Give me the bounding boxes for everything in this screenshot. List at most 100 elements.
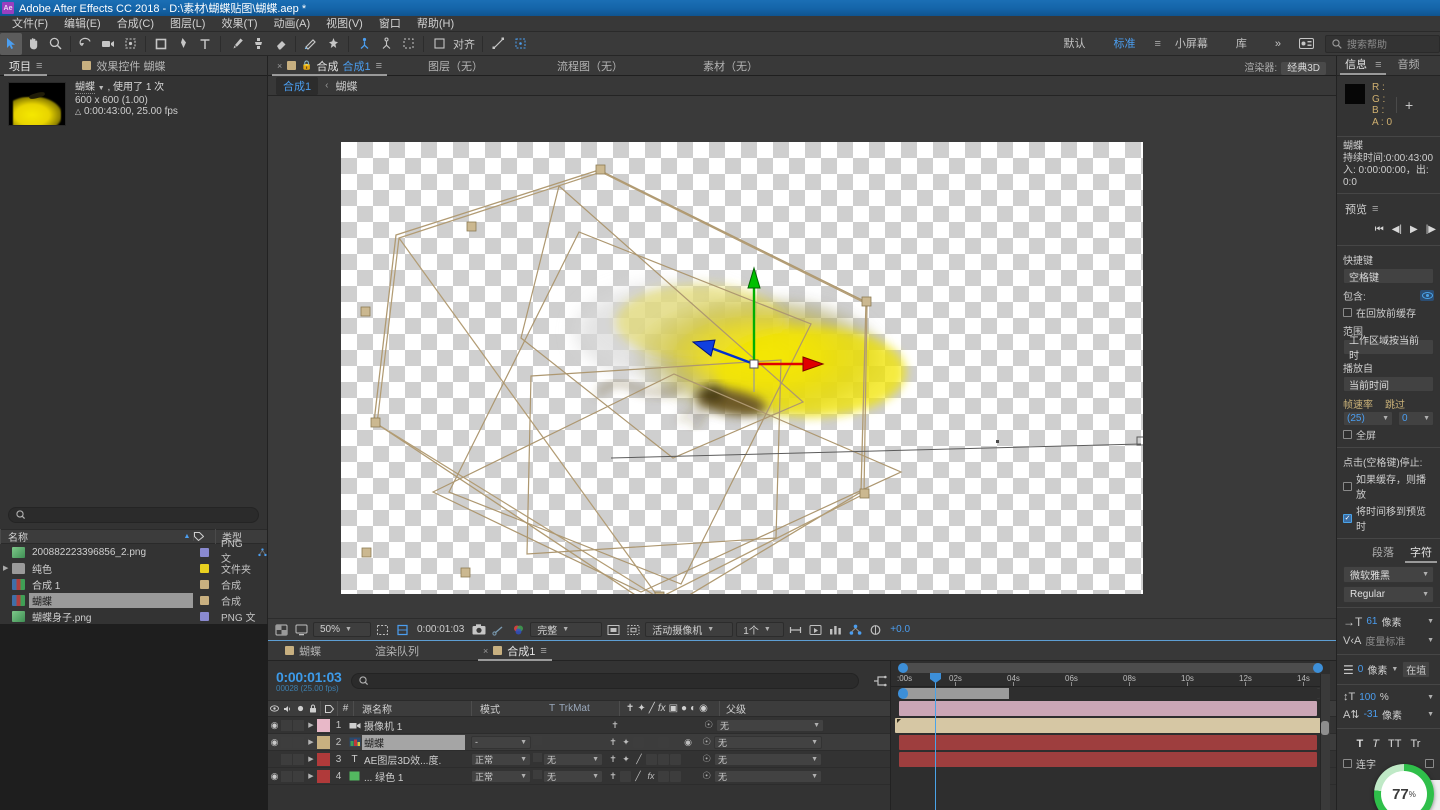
rotate-axis-icon[interactable] bbox=[397, 33, 419, 55]
tab-render-queue[interactable]: 渲染队列 bbox=[366, 641, 428, 661]
layer-parent-select[interactable]: 无 ▼ bbox=[716, 718, 824, 732]
first-frame-button[interactable]: ⏮ bbox=[1375, 224, 1384, 235]
list-item[interactable]: 蝴蝶身子.png PNG 文 bbox=[0, 608, 267, 624]
bold-button[interactable]: T bbox=[1357, 738, 1364, 750]
menu-item-help[interactable]: 帮助(H) bbox=[409, 16, 462, 32]
roto-brush-tool-icon[interactable] bbox=[300, 33, 322, 55]
switch-3d-icon[interactable]: ◉ bbox=[699, 703, 708, 714]
menu-item-window[interactable]: 窗口 bbox=[371, 16, 409, 32]
fullscreen-checkbox[interactable] bbox=[1343, 430, 1352, 439]
menu-item-view[interactable]: 视图(V) bbox=[318, 16, 371, 32]
grid-guides-icon[interactable] bbox=[374, 621, 391, 638]
layer-switches[interactable]: ✝ ╱ fx bbox=[603, 770, 699, 782]
tab-project[interactable]: 项目 ≡ bbox=[0, 56, 51, 76]
align-checkbox-icon[interactable] bbox=[428, 33, 450, 55]
switch-adjustment-icon[interactable]: ◐ bbox=[690, 703, 696, 714]
tab-footage[interactable]: 素材（无） bbox=[694, 56, 767, 76]
switch-collapse-icon[interactable]: ✦ bbox=[637, 703, 645, 714]
tab-audio[interactable]: 音频 bbox=[1389, 56, 1427, 75]
layer-visibility-toggle[interactable]: ◉ bbox=[268, 737, 281, 748]
switch-shy-icon[interactable]: ✝ bbox=[626, 703, 634, 714]
composition-canvas[interactable] bbox=[341, 142, 1143, 594]
smallcaps-button[interactable]: Tr bbox=[1410, 738, 1420, 750]
menu-item-effect[interactable]: 效果(T) bbox=[213, 16, 265, 32]
tab-character[interactable]: 字符 bbox=[1402, 544, 1440, 563]
track-camera-tool-icon[interactable] bbox=[97, 33, 119, 55]
allcaps-button[interactable]: TT bbox=[1388, 738, 1401, 750]
menu-item-composition[interactable]: 合成(C) bbox=[109, 16, 162, 32]
switch-motionblur-icon[interactable]: ● bbox=[681, 703, 687, 714]
layer-switches[interactable]: ✝ bbox=[605, 720, 701, 731]
snap-grid-icon[interactable] bbox=[509, 33, 531, 55]
menu-item-animation[interactable]: 动画(A) bbox=[266, 16, 319, 32]
zoom-tool-icon[interactable] bbox=[44, 33, 66, 55]
baseline-shift-row[interactable]: A⇅ -31 像素 ▼ bbox=[1337, 705, 1440, 724]
column-header-tag[interactable] bbox=[193, 532, 215, 541]
skip-select[interactable]: 0 ▼ bbox=[1398, 411, 1434, 426]
tab-effect-controls[interactable]: 效果控件 蝴蝶 bbox=[73, 56, 174, 76]
baseline-shift-value[interactable]: -31 bbox=[1364, 709, 1378, 720]
parent-pickwhip-icon[interactable]: ☉ bbox=[699, 771, 714, 782]
search-help-box[interactable]: 搜索帮助 bbox=[1325, 34, 1440, 53]
font-size-row[interactable]: →T 61 像素 ▼ bbox=[1337, 612, 1440, 631]
workspace-smallscreen[interactable]: 小屏幕 bbox=[1161, 32, 1222, 56]
timeline-zoom-scrollbar[interactable] bbox=[898, 663, 1323, 673]
font-size-value[interactable]: 61 bbox=[1366, 616, 1377, 627]
transparency-grid-toggle-icon[interactable] bbox=[625, 621, 642, 638]
hand-tool-icon[interactable] bbox=[22, 33, 44, 55]
list-item[interactable]: ▶ 纯色 文件夹 bbox=[0, 560, 267, 576]
layer-duration-bar[interactable] bbox=[895, 718, 1323, 733]
preview-include-video-icon[interactable] bbox=[1420, 290, 1434, 301]
type-tool-icon[interactable] bbox=[194, 33, 216, 55]
clone-stamp-tool-icon[interactable] bbox=[247, 33, 269, 55]
column-track-t[interactable]: T bbox=[545, 701, 559, 716]
layer-label-color[interactable] bbox=[317, 769, 330, 783]
tracking-row[interactable]: V‹A 度量标准 ▼ bbox=[1337, 631, 1440, 650]
current-time-indicator[interactable] bbox=[930, 673, 941, 810]
show-channel-icon[interactable] bbox=[510, 621, 527, 638]
framerate-select[interactable]: (25) ▼ bbox=[1343, 411, 1393, 426]
composition-panel-menu-icon[interactable]: ≡ bbox=[376, 60, 382, 72]
camera-view-select[interactable]: 活动摄像机 ▼ bbox=[645, 622, 734, 637]
list-item[interactable]: 合成 1 合成 bbox=[0, 576, 267, 592]
tab-info[interactable]: 信息 ≡ bbox=[1337, 56, 1389, 75]
layer-solo-toggle[interactable] bbox=[293, 753, 304, 765]
cache-before-playback-checkbox[interactable] bbox=[1343, 308, 1352, 317]
menu-item-layer[interactable]: 图层(L) bbox=[162, 16, 213, 32]
layer-blend-mode-select[interactable]: 正常 ▼ bbox=[471, 752, 531, 766]
current-time-display[interactable]: 0:00:01:03 00028 (25.00 fps) bbox=[268, 669, 342, 693]
vertical-scale-value[interactable]: 100 bbox=[1359, 692, 1376, 703]
tab-comp1[interactable]: × 合成1 ≡ bbox=[474, 641, 556, 661]
layer-label-color[interactable] bbox=[317, 752, 330, 766]
stroke-width-row[interactable]: ☰ 0 像素 ▼ 在埴 bbox=[1337, 659, 1440, 680]
region-interest-toggle-icon[interactable] bbox=[605, 621, 622, 638]
close-icon[interactable]: × bbox=[483, 646, 488, 656]
timeline-scrollbar-thumb[interactable] bbox=[1321, 721, 1329, 735]
download-progress-badge[interactable]: 77% bbox=[1374, 764, 1434, 810]
pixel-aspect-icon[interactable] bbox=[787, 621, 804, 638]
preview-range-select[interactable]: 工作区域按当前时 bbox=[1343, 336, 1434, 362]
layer-label-color[interactable] bbox=[317, 718, 330, 732]
play-cached-checkbox[interactable] bbox=[1343, 481, 1352, 491]
parent-pickwhip-icon[interactable]: ☉ bbox=[699, 737, 714, 748]
layer-audio-toggle[interactable] bbox=[281, 719, 292, 731]
file-tag-swatch[interactable] bbox=[193, 579, 215, 589]
layer-label-color[interactable] bbox=[317, 735, 330, 749]
parent-pickwhip-icon[interactable]: ☉ bbox=[701, 720, 716, 731]
switch-quality-icon[interactable]: ╱ bbox=[649, 703, 655, 714]
stroke-width-value[interactable]: 0 bbox=[1358, 664, 1364, 675]
preview-fullscreen-row[interactable]: 全屏 bbox=[1337, 426, 1440, 443]
preview-panel-menu-icon[interactable]: ≡ bbox=[1372, 203, 1378, 215]
region-of-interest-icon[interactable] bbox=[394, 621, 411, 638]
menu-item-edit[interactable]: 编辑(E) bbox=[56, 16, 109, 32]
preview-cache-checkbox-row[interactable]: 在回放前缓存 bbox=[1337, 304, 1440, 321]
shape-tool-icon[interactable] bbox=[150, 33, 172, 55]
comp-flowchart-icon[interactable] bbox=[847, 621, 864, 638]
brush-tool-icon[interactable] bbox=[225, 33, 247, 55]
column-mode[interactable]: 模式 bbox=[471, 701, 545, 716]
layer-duration-bar[interactable] bbox=[899, 701, 1317, 716]
column-solo-icon[interactable] bbox=[294, 701, 306, 716]
tab-butterfly-comp[interactable]: 蝴蝶 bbox=[276, 641, 330, 661]
resolution-select[interactable]: 完整 ▼ bbox=[530, 622, 603, 637]
snapping-icon[interactable] bbox=[487, 33, 509, 55]
